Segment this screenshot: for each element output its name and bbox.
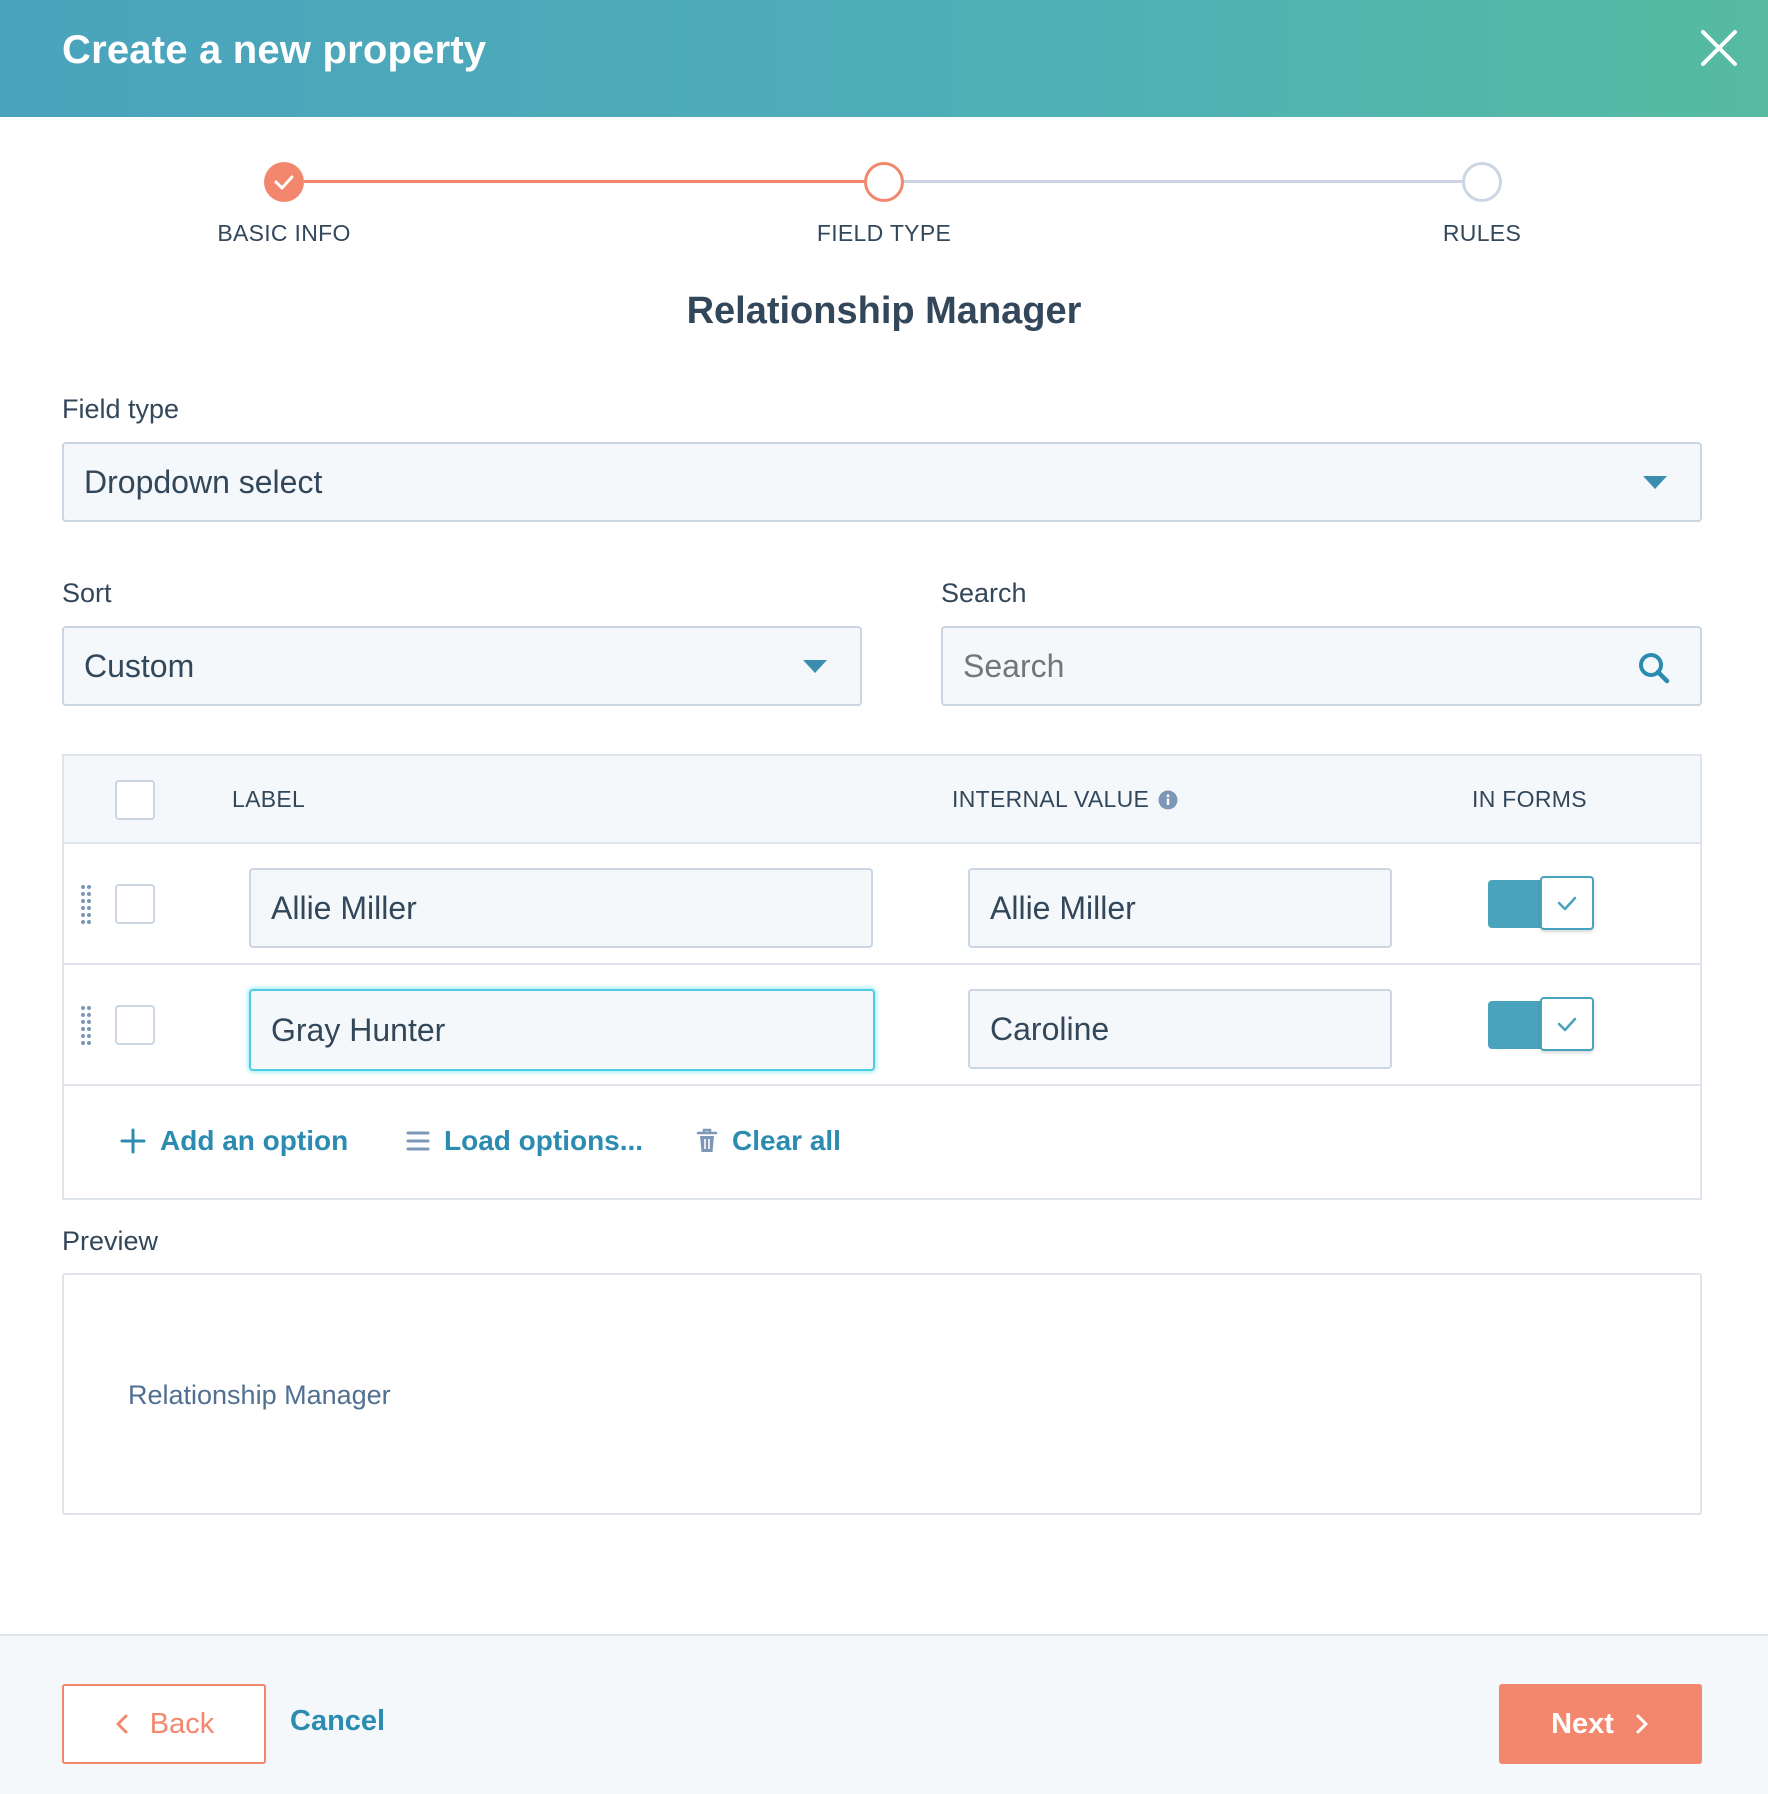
option-internal-value-input[interactable]: Allie Miller (968, 868, 1392, 948)
chevron-right-icon (1636, 1714, 1648, 1734)
stepper-progress-line (304, 180, 864, 183)
plus-icon (120, 1128, 146, 1154)
step-rules-label: RULES (1442, 220, 1522, 246)
search-label: Search (941, 578, 1027, 608)
step-field-type-node[interactable] (864, 162, 904, 202)
chevron-down-icon[interactable] (1643, 476, 1667, 489)
row-checkbox[interactable] (115, 884, 155, 924)
check-icon (1557, 1017, 1577, 1032)
in-forms-toggle[interactable] (1488, 876, 1594, 930)
table-header: LABEL INTERNAL VALUE IN FORMS (64, 756, 1700, 844)
trash-icon (696, 1128, 718, 1152)
row-checkbox[interactable] (115, 1005, 155, 1045)
drag-handle-icon[interactable] (80, 884, 92, 928)
next-button[interactable]: Next (1499, 1684, 1702, 1764)
column-label: LABEL (232, 786, 306, 812)
step-rules-node[interactable] (1462, 162, 1502, 202)
column-in-forms: IN FORMS (1472, 786, 1587, 812)
chevron-left-icon (116, 1714, 128, 1734)
step-field-type-label: FIELD TYPE (816, 220, 952, 246)
step-basic-info-label: BASIC INFO (217, 220, 351, 246)
search-input[interactable] (941, 626, 1702, 706)
drag-handle-icon[interactable] (80, 1005, 92, 1049)
select-all-checkbox[interactable] (115, 780, 155, 820)
table-row: Gray Hunter Caroline (64, 965, 1700, 1086)
load-options-button[interactable]: Load options... (406, 1125, 643, 1157)
field-type-value: Dropdown select (84, 463, 323, 500)
step-basic-info-node[interactable] (264, 162, 304, 202)
sort-value: Custom (84, 647, 195, 684)
option-label-input[interactable]: Allie Miller (249, 868, 873, 948)
column-internal-value: INTERNAL VALUE (952, 786, 1150, 812)
clear-all-button[interactable]: Clear all (696, 1125, 841, 1157)
modal-header: Create a new property (0, 0, 1768, 117)
sort-label: Sort (62, 578, 112, 608)
add-option-button[interactable]: Add an option (120, 1125, 348, 1157)
in-forms-toggle[interactable] (1488, 997, 1594, 1051)
check-icon (1557, 896, 1577, 911)
field-type-label: Field type (62, 394, 180, 424)
cancel-button[interactable]: Cancel (290, 1705, 385, 1738)
field-type-select[interactable]: Dropdown select (62, 442, 1702, 522)
info-icon[interactable] (1158, 790, 1178, 810)
property-name-title: Relationship Manager (686, 290, 1082, 332)
back-button[interactable]: Back (62, 1684, 266, 1764)
stepper-remaining-line (904, 180, 1462, 183)
option-internal-value-input[interactable]: Caroline (968, 989, 1392, 1069)
chevron-down-icon[interactable] (803, 660, 827, 673)
search-icon[interactable] (1636, 650, 1672, 686)
close-icon[interactable] (1697, 26, 1741, 70)
check-icon (274, 175, 294, 190)
list-icon (406, 1131, 430, 1151)
modal-title: Create a new property (62, 28, 487, 72)
option-label-input[interactable]: Gray Hunter (249, 989, 875, 1071)
sort-select[interactable]: Custom (62, 626, 862, 706)
preview-field-label: Relationship Manager (128, 1380, 391, 1410)
table-row: Allie Miller Allie Miller (64, 844, 1700, 965)
preview-label: Preview (62, 1226, 159, 1256)
